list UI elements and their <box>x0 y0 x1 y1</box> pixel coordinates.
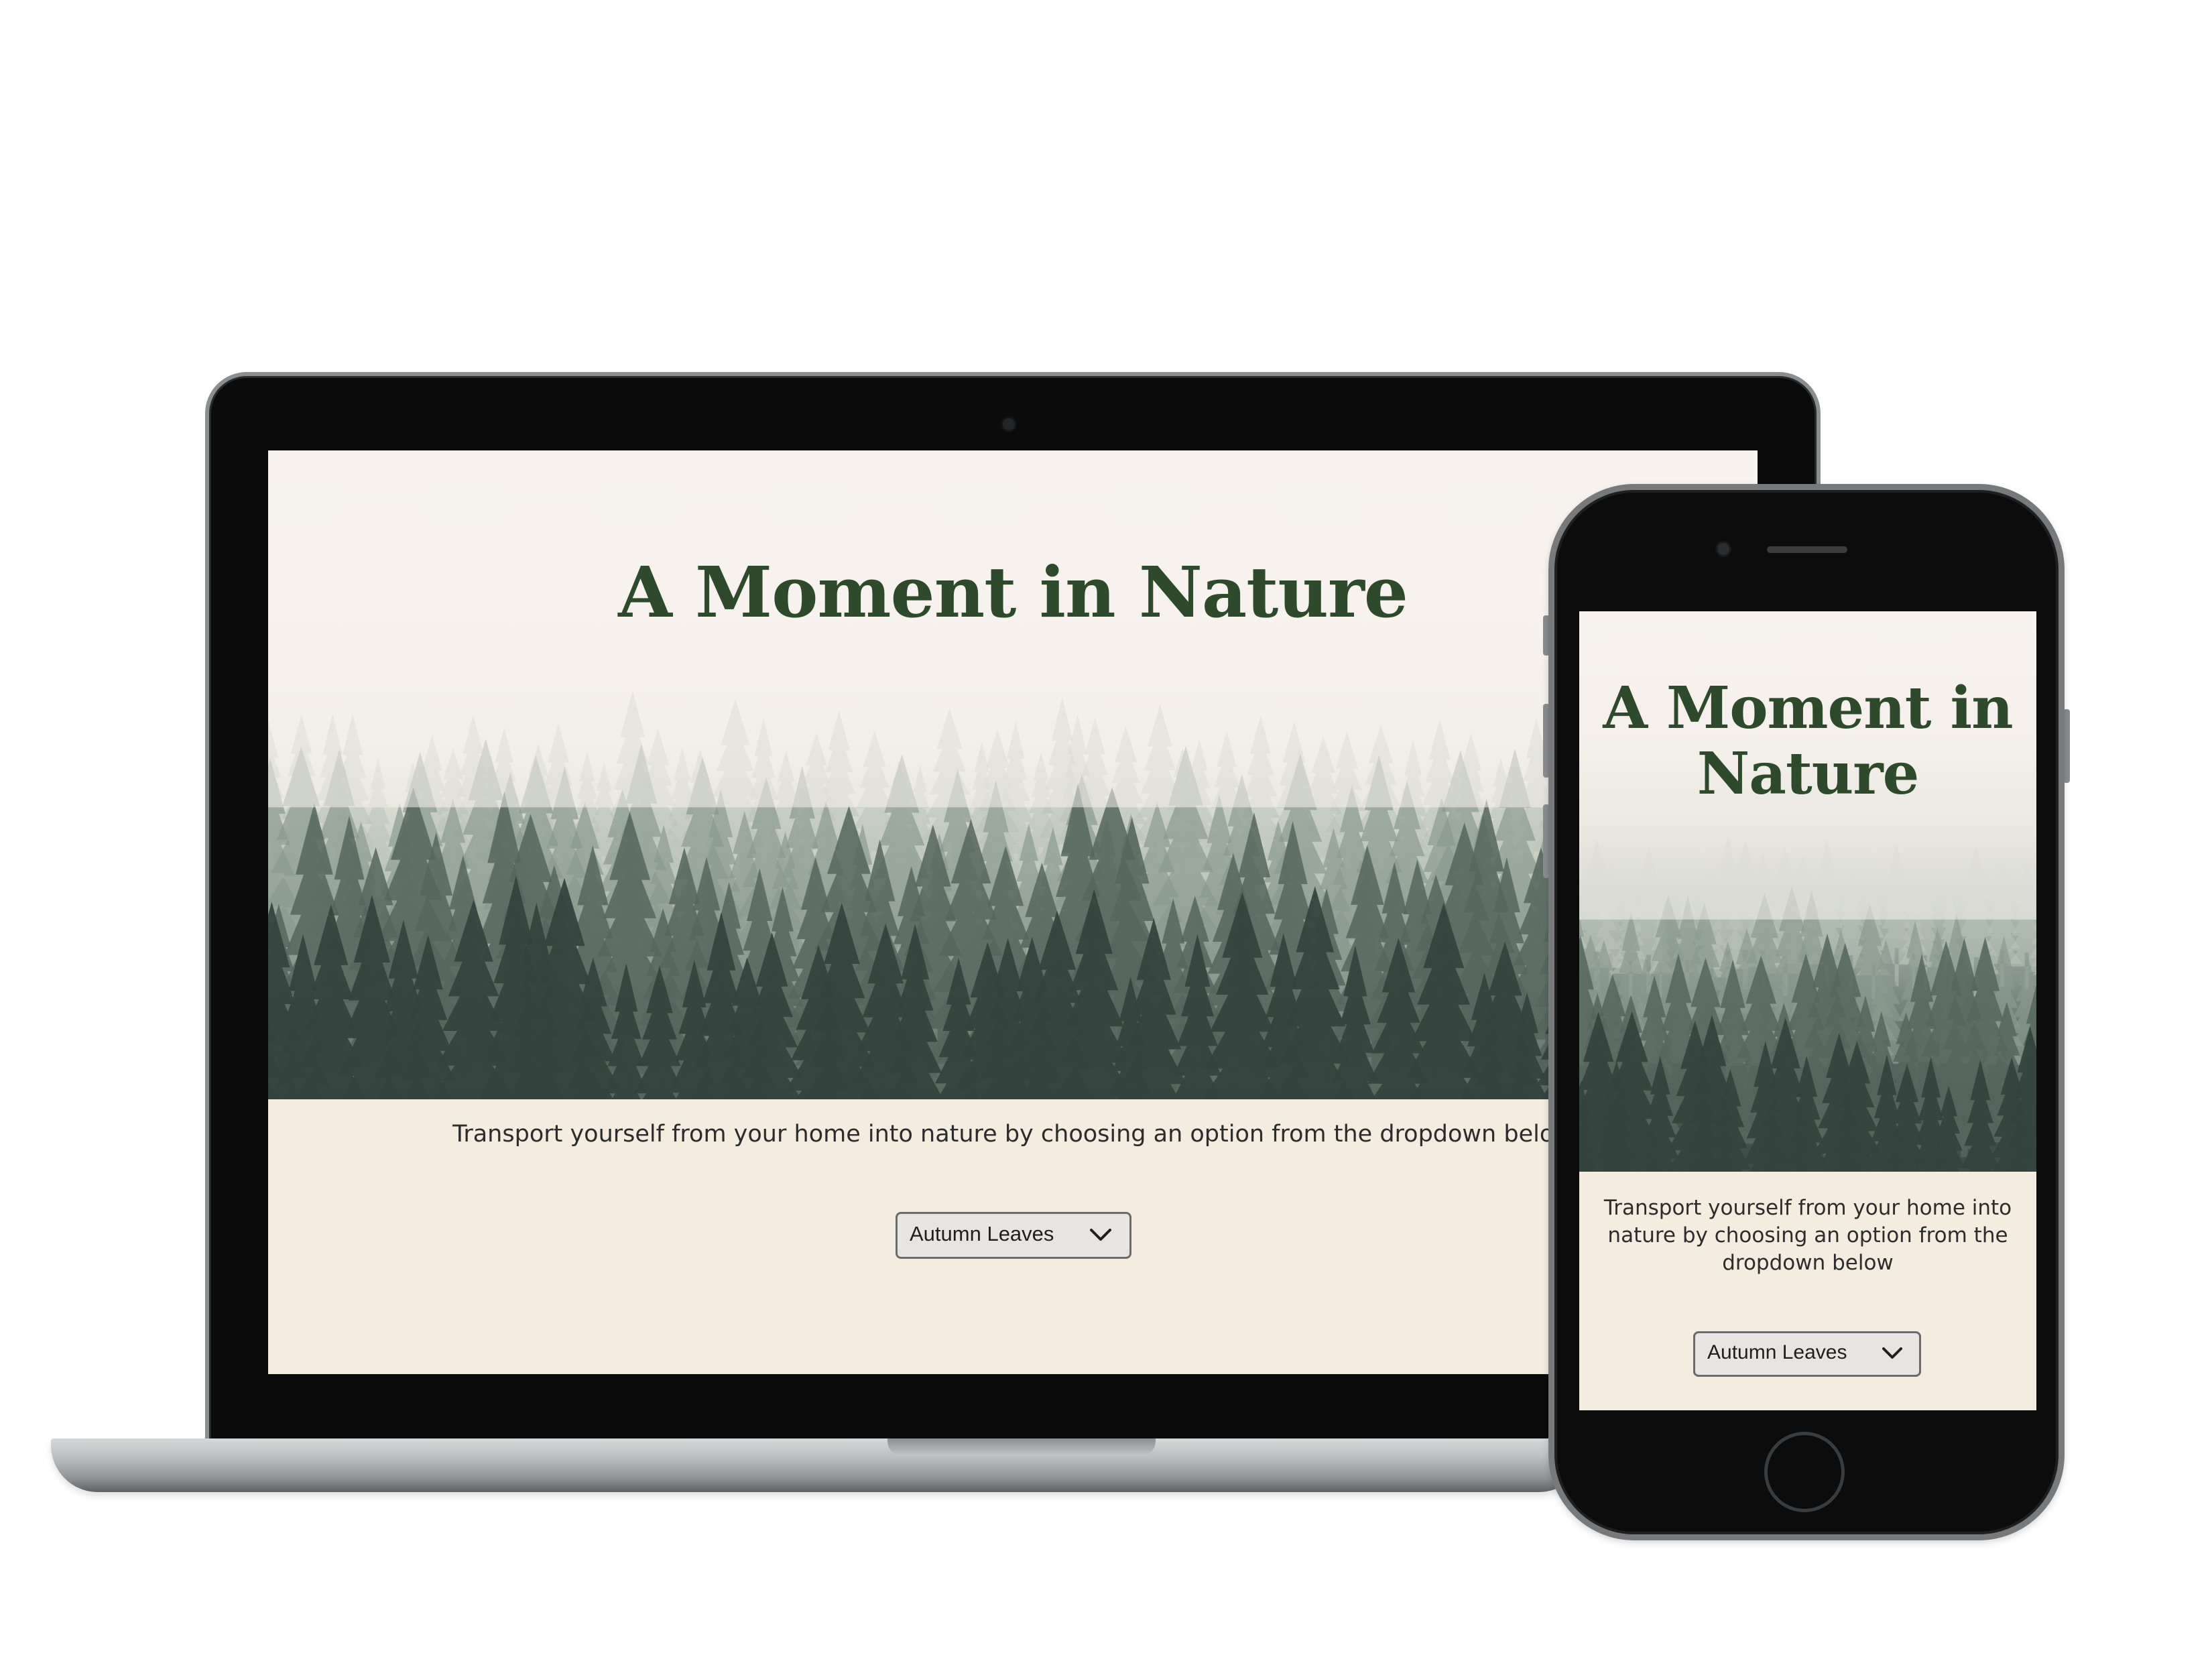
phone-home-button[interactable] <box>1764 1432 1845 1512</box>
laptop-base <box>51 1438 1586 1492</box>
phone-speaker <box>1767 546 1847 553</box>
laptop-opening-notch <box>887 1438 1156 1456</box>
hero-forest-image: A Moment in Nature <box>268 450 1758 1099</box>
scene-dropdown[interactable]: Autumn Leaves <box>896 1212 1131 1259</box>
phone-title-line-2: Nature <box>1697 740 1920 808</box>
phone-hero-forest-image: A Moment in Nature <box>1579 611 2036 1172</box>
phone-description-line-1: Transport yourself from your home into <box>1603 1196 2012 1220</box>
chevron-down-icon <box>1882 1347 1902 1359</box>
phone-page-title: A Moment in Nature <box>1593 676 2023 807</box>
phone-description-line-2: nature by choosing an option from the <box>1607 1223 2008 1247</box>
chevron-down-icon <box>1090 1229 1111 1241</box>
page-title: A Moment in Nature <box>618 551 1408 633</box>
page-description: Transport yourself from your home into n… <box>452 1121 1573 1148</box>
dropdown-selected-value: Autumn Leaves <box>910 1222 1054 1245</box>
phone-description-line-3: dropdown below <box>1722 1251 1894 1275</box>
phone-title-line-1: A Moment in <box>1603 674 2013 742</box>
laptop-screen: A Moment in Nature Transport yourself fr… <box>268 450 1758 1374</box>
phone-page-description: Transport yourself from your home into n… <box>1595 1194 2020 1277</box>
phone-scene-dropdown[interactable]: Autumn Leaves <box>1693 1331 1921 1377</box>
laptop-camera <box>1003 418 1015 430</box>
phone-dropdown-selected-value: Autumn Leaves <box>1707 1341 1847 1363</box>
phone-screen: A Moment in Nature Transport yourself fr… <box>1579 611 2036 1410</box>
forest-trees <box>268 450 1758 1099</box>
phone-front-camera <box>1717 543 1729 555</box>
